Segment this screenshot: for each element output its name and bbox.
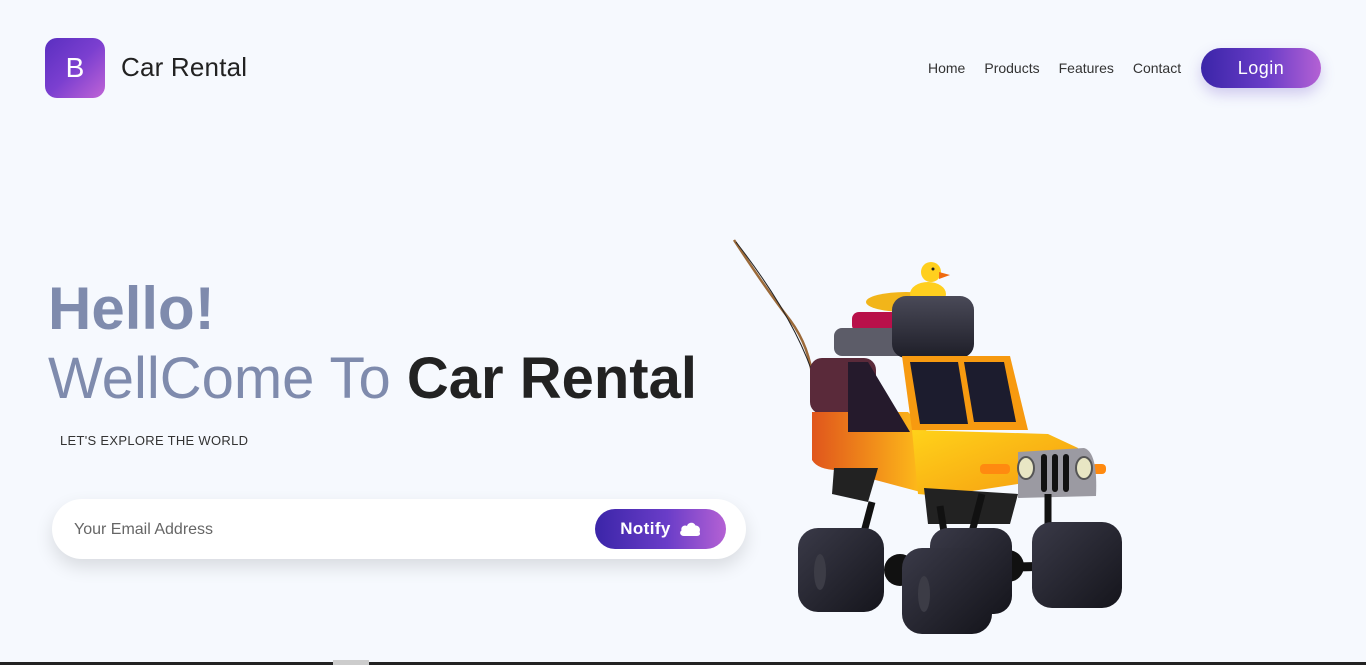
grille [1041,454,1069,492]
nav-item-products[interactable]: Products [984,58,1039,78]
hero-welcome-heading: WellCome To Car Rental [48,344,697,414]
jeep-illustration [732,239,1122,634]
scrollbar-thumb[interactable] [333,660,369,665]
notify-button-label: Notify [620,519,671,538]
hero-welcome-prefix: WellCome To [48,346,407,411]
main-nav: Home Products Features Contact [928,58,1181,78]
brand-logo-letter: B [65,52,85,83]
nav-item-features[interactable]: Features [1059,58,1114,78]
nav-item-home[interactable]: Home [928,58,965,78]
tires [798,522,1122,634]
notify-button[interactable]: Notify [595,509,726,549]
luggage [834,296,974,358]
cloud-icon [679,522,700,536]
brand-logo[interactable]: B [45,38,105,98]
brand-name: Car Rental [121,52,248,82]
email-signup-form: Notify [52,499,746,559]
login-button[interactable]: Login [1201,48,1321,88]
hero-hello-heading: Hello! [48,275,215,342]
fishing-rod [732,239,817,385]
hero-tagline: LET'S EXPLORE THE WORLD [60,433,249,448]
hero-welcome-highlight: Car Rental [406,346,697,411]
nav-item-contact[interactable]: Contact [1133,58,1181,78]
email-input[interactable] [72,514,576,546]
